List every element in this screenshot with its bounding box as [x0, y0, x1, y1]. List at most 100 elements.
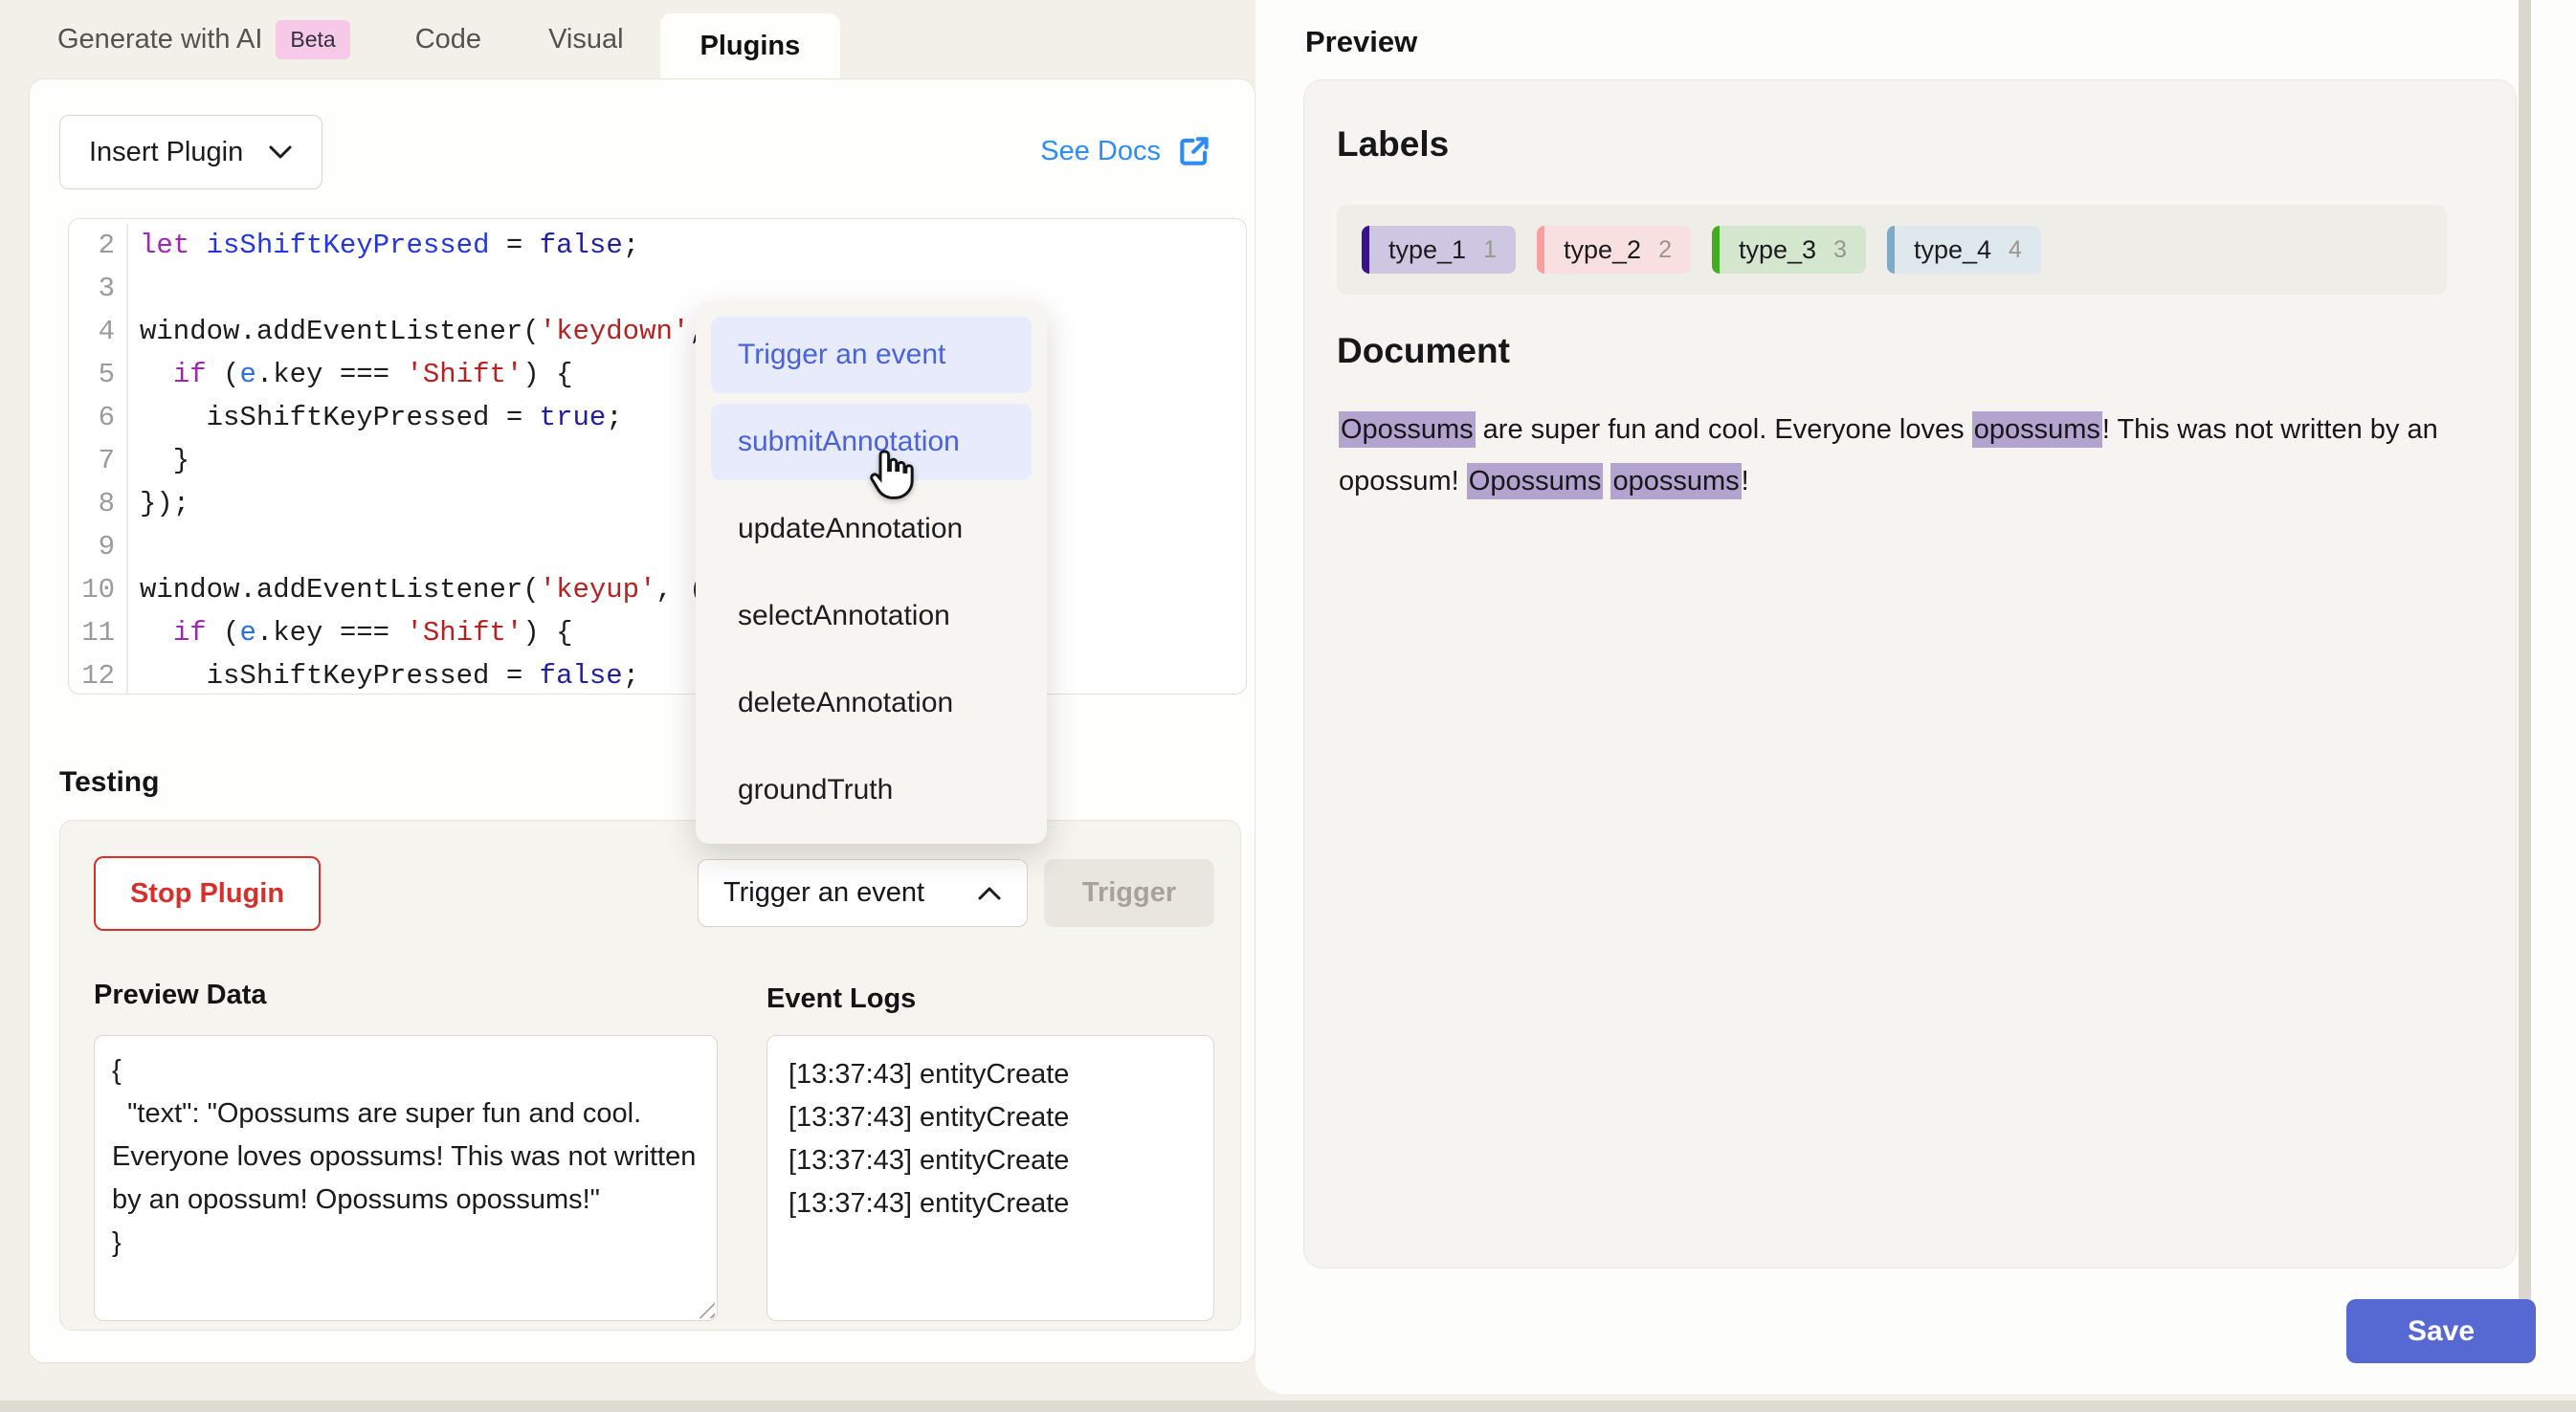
label-chip-type_3[interactable]: type_3 3: [1712, 226, 1866, 274]
event-menu-item[interactable]: updateAnnotation: [711, 491, 1032, 567]
code-line[interactable]: 9: [69, 525, 1246, 568]
label-chip-body: type_2 2: [1544, 226, 1691, 274]
testing-heading: Testing: [59, 766, 159, 799]
tab-code[interactable]: Code: [415, 24, 481, 55]
label-chip-type_4[interactable]: type_4 4: [1887, 226, 2041, 274]
label-hotkey: 4: [2009, 236, 2022, 264]
plugins-panel: Insert Plugin See Docs 2let isShiftKeyPr…: [29, 78, 1255, 1363]
code-text: isShiftKeyPressed = true;: [128, 402, 623, 433]
label-hotkey: 3: [1833, 236, 1847, 264]
code-line[interactable]: 12 isShiftKeyPressed = false;: [69, 654, 1246, 695]
code-text: if (e.key === 'Shift') {: [128, 359, 573, 390]
event-menu-item[interactable]: deleteAnnotation: [711, 665, 1032, 741]
preview-data-heading: Preview Data: [94, 980, 267, 1011]
code-text: if (e.key === 'Shift') {: [128, 617, 573, 649]
app-root: Preview Labels type_11type_22type_33type…: [0, 0, 2576, 1412]
code-text: window.addEventListener('keyup', (e: [128, 574, 722, 606]
preview-panel: Preview Labels type_11type_22type_33type…: [1255, 0, 2576, 1394]
cursor-pointer-icon: [868, 447, 914, 500]
trigger-button: Trigger: [1044, 859, 1214, 927]
event-logs-heading: Event Logs: [766, 983, 916, 1015]
code-line[interactable]: 8});: [69, 482, 1246, 525]
label-name: type_4: [1914, 235, 1991, 265]
label-name: type_3: [1739, 235, 1816, 265]
annotated-span[interactable]: Opossums: [1339, 411, 1476, 448]
label-hotkey: 2: [1658, 236, 1672, 264]
code-text: }: [128, 445, 189, 476]
code-line[interactable]: 11 if (e.key === 'Shift') {: [69, 611, 1246, 654]
label-chip-body: type_4 4: [1895, 226, 2041, 274]
line-number: 10: [69, 568, 128, 611]
document-span: are super fun and cool. Everyone loves: [1476, 414, 1972, 445]
event-dropdown-menu: Trigger an eventsubmitAnnotationupdateAn…: [696, 301, 1047, 844]
document-span: !: [1742, 466, 1749, 496]
event-log-line: [13:37:43] entityCreate: [788, 1096, 1192, 1139]
event-log-line: [13:37:43] entityCreate: [788, 1182, 1192, 1225]
label-color-bar: [1887, 226, 1895, 274]
preview-panel-title: Preview: [1305, 25, 1417, 59]
document-text[interactable]: Opossums are super fun and cool. Everyon…: [1339, 404, 2477, 507]
code-line[interactable]: 6 isShiftKeyPressed = true;: [69, 396, 1246, 439]
label-chip-body: type_1 1: [1369, 226, 1516, 274]
preview-data-textarea[interactable]: { "text": "Opossums are super fun and co…: [94, 1035, 718, 1321]
beta-badge: Beta: [276, 20, 349, 59]
label-chip-type_2[interactable]: type_2 2: [1537, 226, 1691, 274]
external-link-icon: [1176, 133, 1212, 169]
code-line[interactable]: 10window.addEventListener('keyup', (e: [69, 568, 1246, 611]
see-docs-link[interactable]: See Docs: [1040, 133, 1212, 169]
labels-row: type_1 1 type_2 2 type_3 3 type_4 4: [1337, 205, 2447, 295]
label-chip-body: type_3 3: [1720, 226, 1866, 274]
tab-bar: Generate with AI Beta Code Visual Plugin…: [57, 0, 840, 78]
document-heading: Document: [1337, 331, 1510, 371]
event-logs-box: [13:37:43] entityCreate[13:37:43] entity…: [766, 1035, 1214, 1321]
line-number: 8: [69, 482, 128, 525]
line-number: 12: [69, 654, 128, 695]
line-number: 4: [69, 310, 128, 353]
event-select-value: Trigger an event: [723, 877, 924, 909]
code-text: let isShiftKeyPressed = false;: [128, 230, 639, 261]
annotated-span[interactable]: opossums: [1610, 463, 1741, 499]
label-name: type_2: [1564, 235, 1641, 265]
event-menu-item[interactable]: Trigger an event: [711, 317, 1032, 393]
tab-generate-with-ai[interactable]: Generate with AI Beta: [57, 20, 350, 59]
label-hotkey: 1: [1483, 236, 1497, 264]
event-select[interactable]: Trigger an event: [698, 859, 1028, 927]
code-line[interactable]: 3: [69, 267, 1246, 310]
event-log-line: [13:37:43] entityCreate: [788, 1139, 1192, 1182]
chevron-down-icon: [268, 144, 293, 160]
code-line[interactable]: 4window.addEventListener('keydown', (e: [69, 310, 1246, 353]
line-number: 11: [69, 611, 128, 654]
testing-card: Stop Plugin Trigger an event Trigger Pre…: [59, 820, 1241, 1331]
tab-generate-label: Generate with AI: [57, 24, 262, 55]
event-menu-item[interactable]: selectAnnotation: [711, 578, 1032, 654]
tab-plugins[interactable]: Plugins: [660, 13, 841, 78]
code-text: window.addEventListener('keydown', (e: [128, 316, 756, 347]
label-chip-type_1[interactable]: type_1 1: [1362, 226, 1516, 274]
insert-plugin-label: Insert Plugin: [89, 137, 243, 168]
event-menu-item[interactable]: groundTruth: [711, 752, 1032, 828]
label-color-bar: [1712, 226, 1720, 274]
vertical-scrollbar[interactable]: [2519, 0, 2531, 1332]
preview-card: Labels type_1 1 type_2 2 type_3 3 type_4 4 Docu…: [1303, 79, 2517, 1269]
event-log-line: [13:37:43] entityCreate: [788, 1053, 1192, 1096]
code-editor[interactable]: 2let isShiftKeyPressed = false;34window.…: [68, 218, 1247, 695]
see-docs-label: See Docs: [1040, 136, 1161, 167]
annotated-span[interactable]: opossums: [1972, 411, 2102, 448]
code-text: isShiftKeyPressed = false;: [128, 660, 639, 692]
save-button[interactable]: Save: [2346, 1299, 2536, 1363]
insert-plugin-button[interactable]: Insert Plugin: [59, 115, 322, 189]
line-number: 7: [69, 439, 128, 482]
line-number: 9: [69, 525, 128, 568]
tab-visual[interactable]: Visual: [548, 24, 623, 55]
annotated-span[interactable]: Opossums: [1467, 463, 1604, 499]
label-color-bar: [1362, 226, 1369, 274]
chevron-up-icon: [977, 886, 1002, 901]
code-line[interactable]: 5 if (e.key === 'Shift') {: [69, 353, 1246, 396]
code-line[interactable]: 7 }: [69, 439, 1246, 482]
label-name: type_1: [1388, 235, 1466, 265]
line-number: 3: [69, 267, 128, 310]
label-color-bar: [1537, 226, 1544, 274]
code-line[interactable]: 2let isShiftKeyPressed = false;: [69, 224, 1246, 267]
stop-plugin-button[interactable]: Stop Plugin: [94, 856, 321, 931]
labels-heading: Labels: [1337, 124, 1449, 165]
